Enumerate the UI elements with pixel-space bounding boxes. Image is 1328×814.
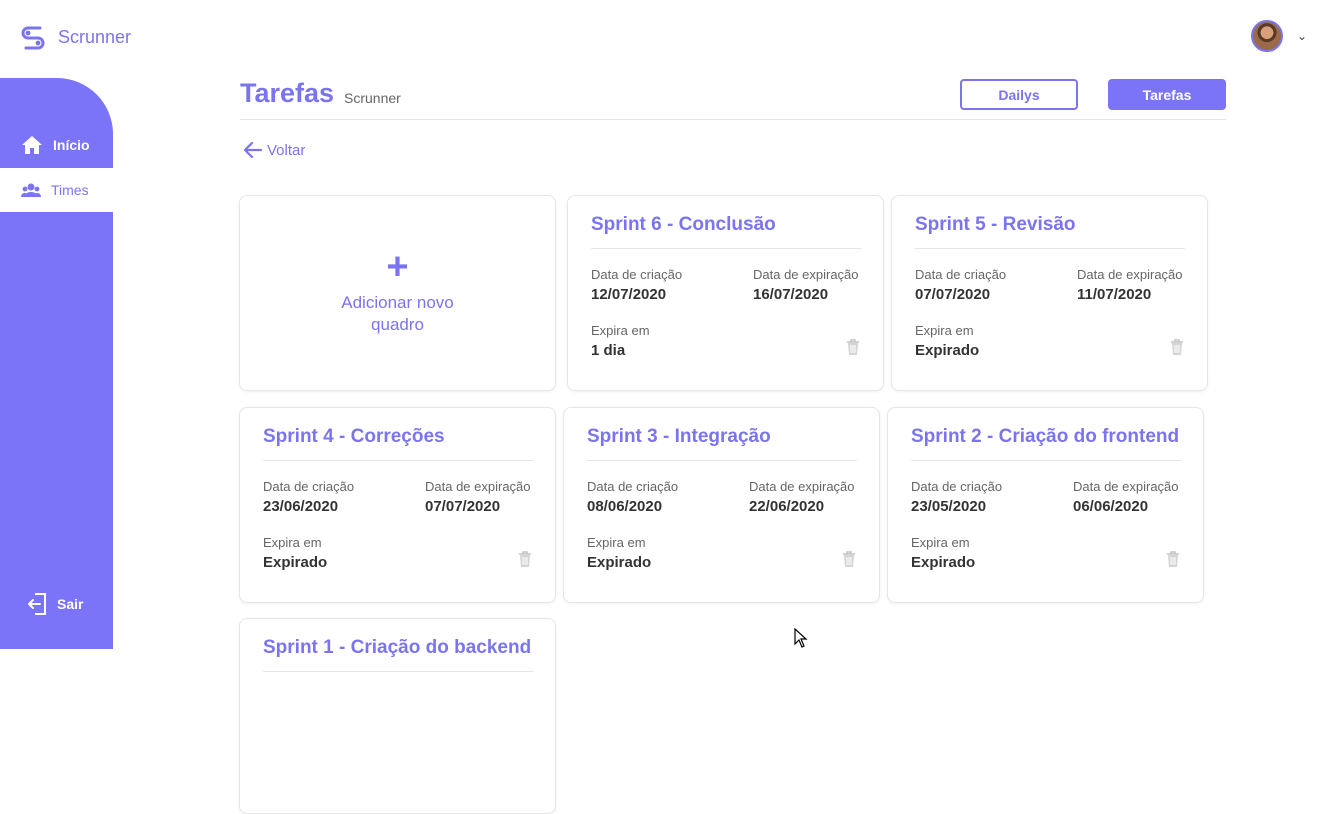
created-date-label: Data de criação xyxy=(915,267,1007,282)
expiration-date-value: 16/07/2020 xyxy=(753,286,829,303)
board-card[interactable]: Sprint 2 - Criação do frontend Data de c… xyxy=(887,407,1204,603)
board-title: Sprint 5 - Revisão xyxy=(915,214,1185,249)
mouse-cursor-icon xyxy=(794,628,808,648)
logout-icon xyxy=(28,593,46,615)
created-date-value: 07/07/2020 xyxy=(915,286,991,303)
board-card[interactable]: Sprint 5 - Revisão Data de criação Data … xyxy=(891,195,1208,391)
app-name: Scrunner xyxy=(58,26,132,47)
created-date-value: 23/05/2020 xyxy=(911,498,987,515)
expiration-date-value: 06/06/2020 xyxy=(1073,498,1149,515)
arrow-left-icon xyxy=(243,141,263,159)
expiration-date-value: 07/07/2020 xyxy=(425,498,501,515)
trash-icon[interactable] xyxy=(518,551,532,568)
sidebar-item-label: Times xyxy=(51,182,89,198)
created-date-label: Data de criação xyxy=(587,479,679,494)
expires-in-label: Expira em xyxy=(911,535,970,550)
expires-in-value: 1 dia xyxy=(591,342,626,359)
sidebar-item-times[interactable]: Times xyxy=(0,168,113,212)
expiration-date-label: Data de expiração xyxy=(1077,267,1183,282)
expiration-date-label: Data de expiração xyxy=(753,267,859,282)
trash-icon[interactable] xyxy=(842,551,856,568)
expiration-date-label: Data de expiração xyxy=(1073,479,1179,494)
sidebar-item-sair[interactable]: Sair xyxy=(0,582,113,626)
board-card[interactable]: Sprint 4 - Correções Data de criação Dat… xyxy=(239,407,556,603)
created-date-value: 08/06/2020 xyxy=(587,498,663,515)
sidebar-item-inicio[interactable]: Início xyxy=(0,123,113,167)
tarefas-button[interactable]: Tarefas xyxy=(1108,79,1226,110)
back-link[interactable]: Voltar xyxy=(243,141,305,159)
board-title: Sprint 2 - Criação do frontend xyxy=(911,426,1181,461)
dailys-button[interactable]: Dailys xyxy=(960,79,1078,110)
app-logo[interactable]: Scrunner xyxy=(18,22,131,52)
board-title: Sprint 6 - Conclusão xyxy=(591,214,861,249)
plus-icon: + xyxy=(386,246,409,288)
expires-in-label: Expira em xyxy=(587,535,646,550)
back-label: Voltar xyxy=(267,141,306,159)
page-subtitle: Scrunner xyxy=(344,90,401,106)
trash-icon[interactable] xyxy=(846,339,860,356)
page-title: Tarefas xyxy=(240,78,335,108)
created-date-value: 23/06/2020 xyxy=(263,498,339,515)
avatar[interactable] xyxy=(1251,20,1283,52)
sidebar-item-label: Início xyxy=(53,137,90,153)
created-date-value: 12/07/2020 xyxy=(591,286,667,303)
created-date-label: Data de criação xyxy=(911,479,1003,494)
expires-in-label: Expira em xyxy=(915,323,974,338)
add-board-card[interactable]: + Adicionar novo quadro xyxy=(239,195,556,391)
expires-in-label: Expira em xyxy=(591,323,650,338)
board-title: Sprint 3 - Integração xyxy=(587,426,857,461)
board-title: Sprint 4 - Correções xyxy=(263,426,533,461)
expires-in-label: Expira em xyxy=(263,535,322,550)
expires-in-value: Expirado xyxy=(915,342,980,359)
expiration-date-value: 22/06/2020 xyxy=(749,498,825,515)
add-board-label: Adicionar novo quadro xyxy=(341,293,454,334)
trash-icon[interactable] xyxy=(1170,339,1184,356)
home-icon xyxy=(22,136,42,154)
expires-in-value: Expirado xyxy=(587,554,652,571)
sidebar: Início Times Sair xyxy=(0,78,113,649)
expiration-date-value: 11/07/2020 xyxy=(1077,286,1152,303)
header-divider xyxy=(240,119,1226,120)
chevron-down-icon[interactable]: ⌄ xyxy=(1297,29,1307,43)
created-date-label: Data de criação xyxy=(263,479,355,494)
trash-icon[interactable] xyxy=(1166,551,1180,568)
sidebar-item-label: Sair xyxy=(57,596,84,612)
created-date-label: Data de criação xyxy=(591,267,683,282)
scrunner-logo-icon xyxy=(21,26,45,50)
board-title: Sprint 1 - Criação do backend xyxy=(263,637,533,672)
expires-in-value: Expirado xyxy=(263,554,328,571)
board-card[interactable]: Sprint 1 - Criação do backend xyxy=(239,618,556,814)
expires-in-value: Expirado xyxy=(911,554,976,571)
expiration-date-label: Data de expiração xyxy=(425,479,531,494)
user-menu[interactable]: ⌄ xyxy=(1251,20,1307,52)
users-icon xyxy=(21,183,41,197)
board-card[interactable]: Sprint 3 - Integração Data de criação Da… xyxy=(563,407,880,603)
expiration-date-label: Data de expiração xyxy=(749,479,855,494)
board-card[interactable]: Sprint 6 - Conclusão Data de criação Dat… xyxy=(567,195,884,391)
